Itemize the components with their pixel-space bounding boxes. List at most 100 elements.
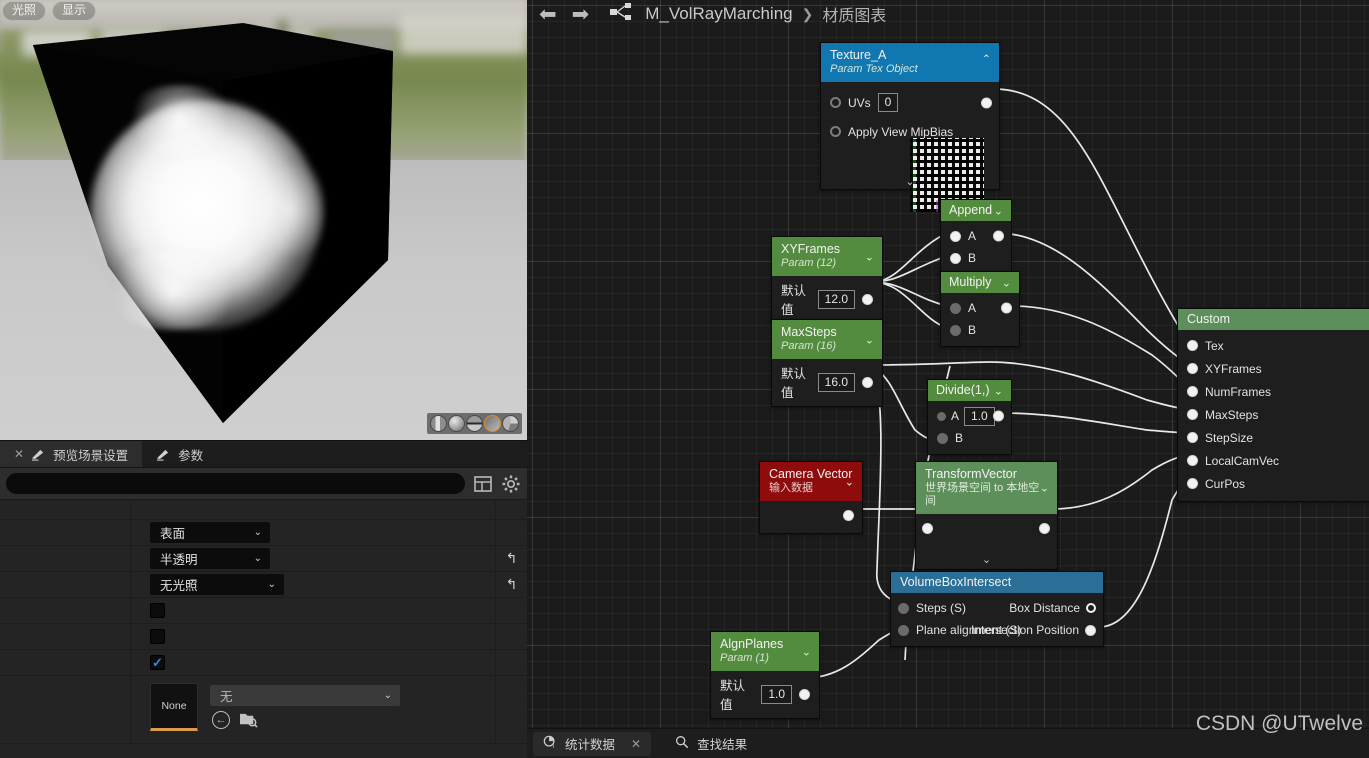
- material-graph-pane[interactable]: ⬅ ➡ M_VolRayMarching ❯ 材质图表 Texture_A Pa…: [527, 0, 1369, 758]
- input-pin-icon[interactable]: [898, 602, 909, 614]
- material-preview-viewport[interactable]: 光照 显示: [0, 0, 527, 440]
- chevron-down-icon[interactable]: ⌄: [802, 645, 811, 658]
- input-pin-icon[interactable]: [1187, 455, 1198, 466]
- input-pin-icon[interactable]: [1187, 363, 1198, 374]
- blend-mode-dropdown[interactable]: 半透明 ⌄: [150, 548, 270, 569]
- sphere-icon[interactable]: [448, 415, 465, 432]
- output-pin-icon[interactable]: [993, 230, 1004, 242]
- tab-parameters[interactable]: 参数: [142, 441, 217, 467]
- input-pin-icon[interactable]: [1187, 478, 1198, 489]
- checkbox-unchecked[interactable]: [150, 629, 165, 644]
- use-selected-asset-icon[interactable]: ←: [212, 711, 230, 729]
- breadcrumb-section[interactable]: 材质图表: [822, 2, 886, 26]
- output-pin-icon[interactable]: [862, 376, 873, 388]
- viewport-show-button[interactable]: 显示: [52, 1, 97, 21]
- input-pin-icon[interactable]: [950, 324, 961, 336]
- output-pin-icon[interactable]: [981, 97, 992, 108]
- arrow-right-icon[interactable]: ➡: [568, 4, 594, 25]
- pin-row-tex[interactable]: Tex: [1178, 334, 1369, 357]
- viewport-lighting-button[interactable]: 光照: [2, 1, 47, 21]
- node-maxsteps[interactable]: MaxSteps Param (16) ⌄ 默认值 16.0: [771, 319, 883, 407]
- chevron-down-icon[interactable]: ⌄: [994, 204, 1003, 217]
- output-pin-icon[interactable]: [843, 510, 854, 521]
- output-pin-icon[interactable]: [1001, 302, 1012, 314]
- node-custom[interactable]: Custom Tex XYFrames NumFrames MaxSteps S…: [1177, 308, 1369, 502]
- node-append[interactable]: Append ⌄ A B: [940, 199, 1012, 275]
- chevron-down-icon[interactable]: ⌄: [845, 475, 854, 488]
- node-camera-vector[interactable]: Camera Vector 输入数据 ⌄: [759, 461, 863, 534]
- node-algnplanes[interactable]: AlgnPlanes Param (1) ⌄ 默认值 1.0: [710, 631, 820, 719]
- bottom-tab-stats[interactable]: i 统计数据 ✕: [533, 731, 652, 756]
- pin-row-steps[interactable]: Steps (S) Box Distance: [891, 597, 1103, 619]
- pin-row-a[interactable]: A: [941, 297, 1019, 319]
- pin-row-b[interactable]: B: [928, 427, 1011, 449]
- pin-row-uvs[interactable]: UVs 0: [821, 91, 999, 114]
- node-multiply[interactable]: Multiply ⌄ A B: [940, 271, 1020, 347]
- output-pin-icon[interactable]: [993, 410, 1004, 422]
- param-value-box[interactable]: 1.0: [761, 684, 792, 704]
- node-xyframes[interactable]: XYFrames Param (12) ⌄ 默认值 12.0: [771, 236, 883, 324]
- node-header[interactable]: XYFrames Param (12) ⌄: [772, 237, 882, 276]
- param-value-box[interactable]: 12.0: [817, 289, 855, 309]
- node-header[interactable]: Divide(1,) ⌄: [928, 380, 1011, 401]
- input-pin-icon[interactable]: [830, 126, 841, 137]
- gear-icon[interactable]: [501, 474, 521, 494]
- node-header[interactable]: VolumeBoxIntersect: [891, 572, 1103, 593]
- arrow-left-icon[interactable]: ⬅: [535, 4, 561, 25]
- pin-row-xyframes[interactable]: XYFrames: [1178, 357, 1369, 380]
- pin-row-b[interactable]: B: [941, 247, 1011, 269]
- pin-row-stepsize[interactable]: StepSize: [1178, 426, 1369, 449]
- input-pin-icon[interactable]: [950, 302, 961, 314]
- pin-row-plane-alignment[interactable]: Plane alignment (S) Intersection Positio…: [891, 619, 1103, 641]
- output-pin-icon[interactable]: [1039, 523, 1050, 534]
- uvs-value-box[interactable]: 0: [877, 93, 899, 112]
- output-pin-icon[interactable]: [1085, 624, 1096, 636]
- node-header[interactable]: Custom: [1178, 309, 1369, 330]
- chevron-down-icon[interactable]: ⌄: [1040, 482, 1049, 495]
- custom-mesh-icon[interactable]: [502, 415, 519, 432]
- input-pin-icon[interactable]: [937, 432, 948, 444]
- chevron-down-icon[interactable]: ⌄: [994, 384, 1003, 397]
- input-pin-icon[interactable]: [1187, 340, 1198, 351]
- param-value-box[interactable]: 16.0: [817, 372, 855, 392]
- divide-a-value-box[interactable]: 1.0: [964, 406, 995, 426]
- chevron-down-icon[interactable]: ⌄: [865, 333, 874, 346]
- input-pin-icon[interactable]: [937, 411, 946, 421]
- revert-icon[interactable]: ↰: [506, 576, 518, 593]
- node-header[interactable]: MaxSteps Param (16) ⌄: [772, 320, 882, 359]
- preview-shape-bar[interactable]: [427, 413, 522, 434]
- input-pin-icon[interactable]: [1187, 432, 1198, 443]
- pin-row-b[interactable]: B: [941, 319, 1019, 341]
- chevron-down-icon[interactable]: ⌄: [821, 173, 999, 189]
- input-pin-icon[interactable]: [950, 230, 961, 242]
- checkbox-checked[interactable]: ✓: [150, 655, 165, 670]
- checkbox-unchecked[interactable]: [150, 603, 165, 618]
- pin-row-a[interactable]: A: [941, 225, 1011, 247]
- pin-row-numframes[interactable]: NumFrames: [1178, 380, 1369, 403]
- chevron-down-icon[interactable]: ⌄: [865, 250, 874, 263]
- input-pin-icon[interactable]: [898, 624, 909, 636]
- bottom-tab-find-results[interactable]: 查找结果: [665, 732, 757, 756]
- node-header[interactable]: Camera Vector 输入数据 ⌄: [760, 462, 862, 501]
- material-domain-dropdown[interactable]: 表面 ⌄: [150, 522, 270, 543]
- node-transform-vector[interactable]: TransformVector 世界场景空间 to 本地空间 ⌄ ⌄: [915, 461, 1058, 570]
- output-pin-icon[interactable]: [1086, 603, 1096, 613]
- chevron-down-icon[interactable]: ⌄: [916, 551, 1057, 567]
- tab-preview-scene-settings[interactable]: ✕ 预览场景设置: [0, 441, 143, 467]
- node-header[interactable]: Append ⌄: [941, 200, 1011, 221]
- close-icon[interactable]: ✕: [14, 447, 24, 461]
- close-icon[interactable]: ✕: [631, 737, 641, 751]
- pin-row-localcamvec[interactable]: LocalCamVec: [1178, 449, 1369, 472]
- pin-row-a[interactable]: A 1.0: [928, 405, 1011, 427]
- revert-icon[interactable]: ↰: [506, 550, 518, 567]
- plane-icon[interactable]: [466, 415, 483, 432]
- pin-row-curpos[interactable]: CurPos: [1178, 472, 1369, 495]
- asset-thumbnail[interactable]: None: [150, 683, 198, 731]
- node-header[interactable]: AlgnPlanes Param (1) ⌄: [711, 632, 819, 671]
- node-volume-box-intersect[interactable]: VolumeBoxIntersect Steps (S) Box Distanc…: [890, 571, 1104, 647]
- node-header[interactable]: TransformVector 世界场景空间 to 本地空间 ⌄: [916, 462, 1057, 514]
- output-pin-icon[interactable]: [799, 688, 810, 700]
- node-header[interactable]: Texture_A Param Tex Object ⌃: [821, 43, 999, 82]
- chevron-up-icon[interactable]: ⌃: [982, 53, 991, 66]
- node-texture-a[interactable]: Texture_A Param Tex Object ⌃ UVs 0 Apply…: [820, 42, 1000, 212]
